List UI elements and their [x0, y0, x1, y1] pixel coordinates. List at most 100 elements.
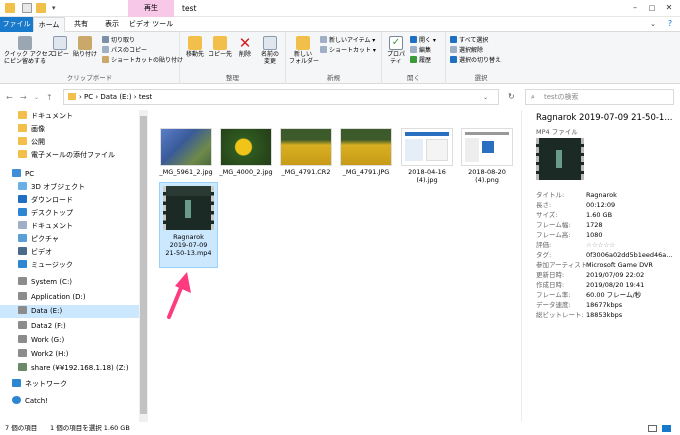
delete-button[interactable]: ✕ 削除 — [235, 34, 255, 59]
delete-icon: ✕ — [238, 34, 252, 52]
sidebar-item-drive-z[interactable]: share (¥¥192.168.1.18) (Z:) — [18, 362, 129, 375]
status-bar: 7 個の項目 1 個の項目を選択 1.60 GB — [0, 422, 680, 435]
paste-shortcut-button[interactable]: ショートカットの貼り付け — [102, 56, 183, 64]
rating-stars[interactable]: ☆☆☆☆☆ — [586, 241, 615, 249]
sidebar-scrollbar-thumb[interactable] — [140, 116, 147, 414]
pin-button[interactable]: クイック アクセス にピン留めする — [4, 36, 54, 65]
download-icon — [18, 195, 27, 203]
cut-button[interactable]: 切り取り — [102, 36, 135, 44]
paste-button[interactable]: 貼り付け — [72, 36, 98, 58]
sidebar-item-drive-c[interactable]: System (C:) — [18, 276, 72, 289]
easy-access-button[interactable]: ショートカット ▾ — [320, 46, 376, 54]
customize-quick-access-icon[interactable]: ▾ — [52, 3, 62, 13]
select-all-button[interactable]: すべて選択 — [450, 36, 488, 44]
minimize-button[interactable]: – — [629, 2, 641, 14]
close-button[interactable]: ✕ — [663, 2, 675, 14]
sidebar-item-videos[interactable]: ビデオ — [18, 246, 52, 259]
new-folder-icon[interactable] — [36, 3, 46, 13]
drive-icon — [18, 277, 27, 285]
rename-button[interactable]: 名前の 変更 — [258, 36, 282, 65]
move-to-button[interactable]: 移動先 — [183, 36, 207, 58]
tab-home[interactable]: ホーム — [33, 17, 65, 32]
drive-icon — [18, 292, 27, 300]
help-icon[interactable]: ? — [664, 18, 676, 30]
details-view-icon[interactable] — [648, 425, 657, 432]
file-item[interactable]: 2018-08-20 (4).png — [459, 128, 515, 184]
large-icons-view-icon[interactable] — [662, 425, 671, 432]
tab-file[interactable]: ファイル — [0, 17, 33, 32]
sidebar-scrollbar[interactable] — [139, 110, 148, 422]
file-item[interactable]: _MG_4791.JPG — [338, 128, 394, 176]
sidebar-item-3d-objects[interactable]: 3D オブジェクト — [18, 181, 85, 194]
context-tab-play[interactable]: 再生 — [128, 0, 174, 17]
property-size: サイズ: 1.60 GB — [536, 211, 613, 219]
sidebar-item-desktop[interactable]: デスクトップ — [18, 207, 73, 220]
search-input[interactable]: ⌕ testの検索 — [525, 89, 674, 105]
copy-to-button[interactable]: コピー先 — [208, 36, 232, 58]
file-name: Ragnarok 2019-07-09 21-50-13.mp4 — [165, 233, 212, 257]
tab-view[interactable]: 表示 — [97, 17, 127, 32]
invert-selection-button[interactable]: 選択の切り替え — [450, 56, 501, 64]
sidebar-item-documents-user[interactable]: ドキュメント — [18, 110, 73, 123]
select-none-button[interactable]: 選択解除 — [450, 46, 483, 54]
forward-icon[interactable]: → — [20, 93, 27, 102]
file-item[interactable]: _MG_5961_2.jpg — [158, 128, 214, 176]
sidebar-item-drive-g[interactable]: Work (G:) — [18, 334, 64, 347]
copy-button[interactable]: コピー — [50, 36, 70, 58]
new-folder-button[interactable]: 新しい フォルダー — [289, 36, 319, 65]
shortcut-icon — [320, 46, 327, 53]
expand-ribbon-icon[interactable]: ⌄ — [647, 18, 659, 30]
file-item[interactable]: _MG_4000_2.jpg — [218, 128, 274, 176]
sidebar-item-pc[interactable]: PC — [12, 168, 34, 181]
file-name: 2018-04-16 (4).jpg — [408, 168, 446, 184]
new-item-button[interactable]: 新しいアイテム ▾ — [320, 36, 375, 44]
up-icon[interactable]: ↑ — [46, 93, 53, 102]
file-item-selected[interactable]: Ragnarok 2019-07-09 21-50-13.mp4 — [159, 182, 218, 268]
sidebar-item-music[interactable]: ミュージック — [18, 259, 73, 272]
sidebar-item-documents[interactable]: ドキュメント — [18, 220, 73, 233]
address-dropdown-icon[interactable]: ⌄ — [483, 94, 488, 101]
music-icon — [18, 260, 27, 268]
refresh-icon[interactable]: ↻ — [508, 92, 515, 101]
selection-info: 1 個の項目を選択 1.60 GB — [50, 424, 130, 432]
property-frame-height: フレーム高: 1080 — [536, 231, 603, 239]
details-thumbnail — [536, 138, 584, 180]
sidebar-item-public[interactable]: 公開 — [18, 136, 45, 149]
rename-icon — [263, 36, 277, 50]
sidebar-item-downloads[interactable]: ダウンロード — [18, 194, 73, 207]
scissors-icon — [102, 36, 109, 43]
file-item[interactable]: 2018-04-16 (4).jpg — [399, 128, 455, 184]
sidebar-item-catch[interactable]: Catch! — [12, 395, 48, 408]
property-length: 長さ: 00:12:09 — [536, 201, 616, 209]
open-button[interactable]: 開く ▾ — [410, 36, 436, 44]
folder-icon — [5, 3, 15, 13]
item-count: 7 個の項目 — [5, 424, 38, 432]
window-title: test — [182, 4, 197, 13]
properties-button[interactable]: ✓ プロパティ — [384, 36, 408, 65]
edit-button[interactable]: 編集 — [410, 46, 431, 54]
new-group: 新しい フォルダー 新しいアイテム ▾ ショートカット ▾ 新規 — [286, 32, 382, 84]
screenshot-thumbnail — [401, 128, 453, 166]
address-bar-row: ← → ⌄ ↑ › PC › Data (E:) › test ⌄ ↻ ⌕ te… — [0, 84, 680, 110]
file-item[interactable]: _MG_4791.CR2 — [278, 128, 334, 176]
sidebar-item-drive-f[interactable]: Data2 (F:) — [18, 320, 66, 333]
sidebar-item-drive-e[interactable]: Data (E:) — [0, 305, 139, 318]
video-thumbnail — [163, 186, 214, 230]
maximize-button[interactable]: □ — [646, 2, 658, 14]
sidebar-item-images[interactable]: 画像 — [18, 123, 45, 136]
address-bar[interactable]: › PC › Data (E:) › test — [63, 89, 499, 105]
copy-path-button[interactable]: パスのコピー — [102, 46, 147, 54]
tab-share[interactable]: 共有 — [65, 17, 97, 32]
properties-icon[interactable] — [22, 3, 32, 13]
open-group-label: 開く — [407, 74, 420, 82]
history-button[interactable]: 履歴 — [410, 56, 431, 64]
folder-icon — [68, 93, 76, 100]
sidebar-item-email-attachments[interactable]: 電子メールの添付ファイル — [18, 149, 115, 162]
back-icon[interactable]: ← — [6, 93, 13, 102]
sidebar-item-network[interactable]: ネットワーク — [12, 378, 67, 391]
sidebar-item-drive-h[interactable]: Work2 (H:) — [18, 348, 69, 361]
sidebar-item-pictures[interactable]: ピクチャ — [18, 233, 59, 246]
tab-video-tools[interactable]: ビデオ ツール — [128, 17, 174, 32]
recent-locations-icon[interactable]: ⌄ — [34, 94, 39, 101]
sidebar-item-drive-d[interactable]: Application (D:) — [18, 291, 86, 304]
